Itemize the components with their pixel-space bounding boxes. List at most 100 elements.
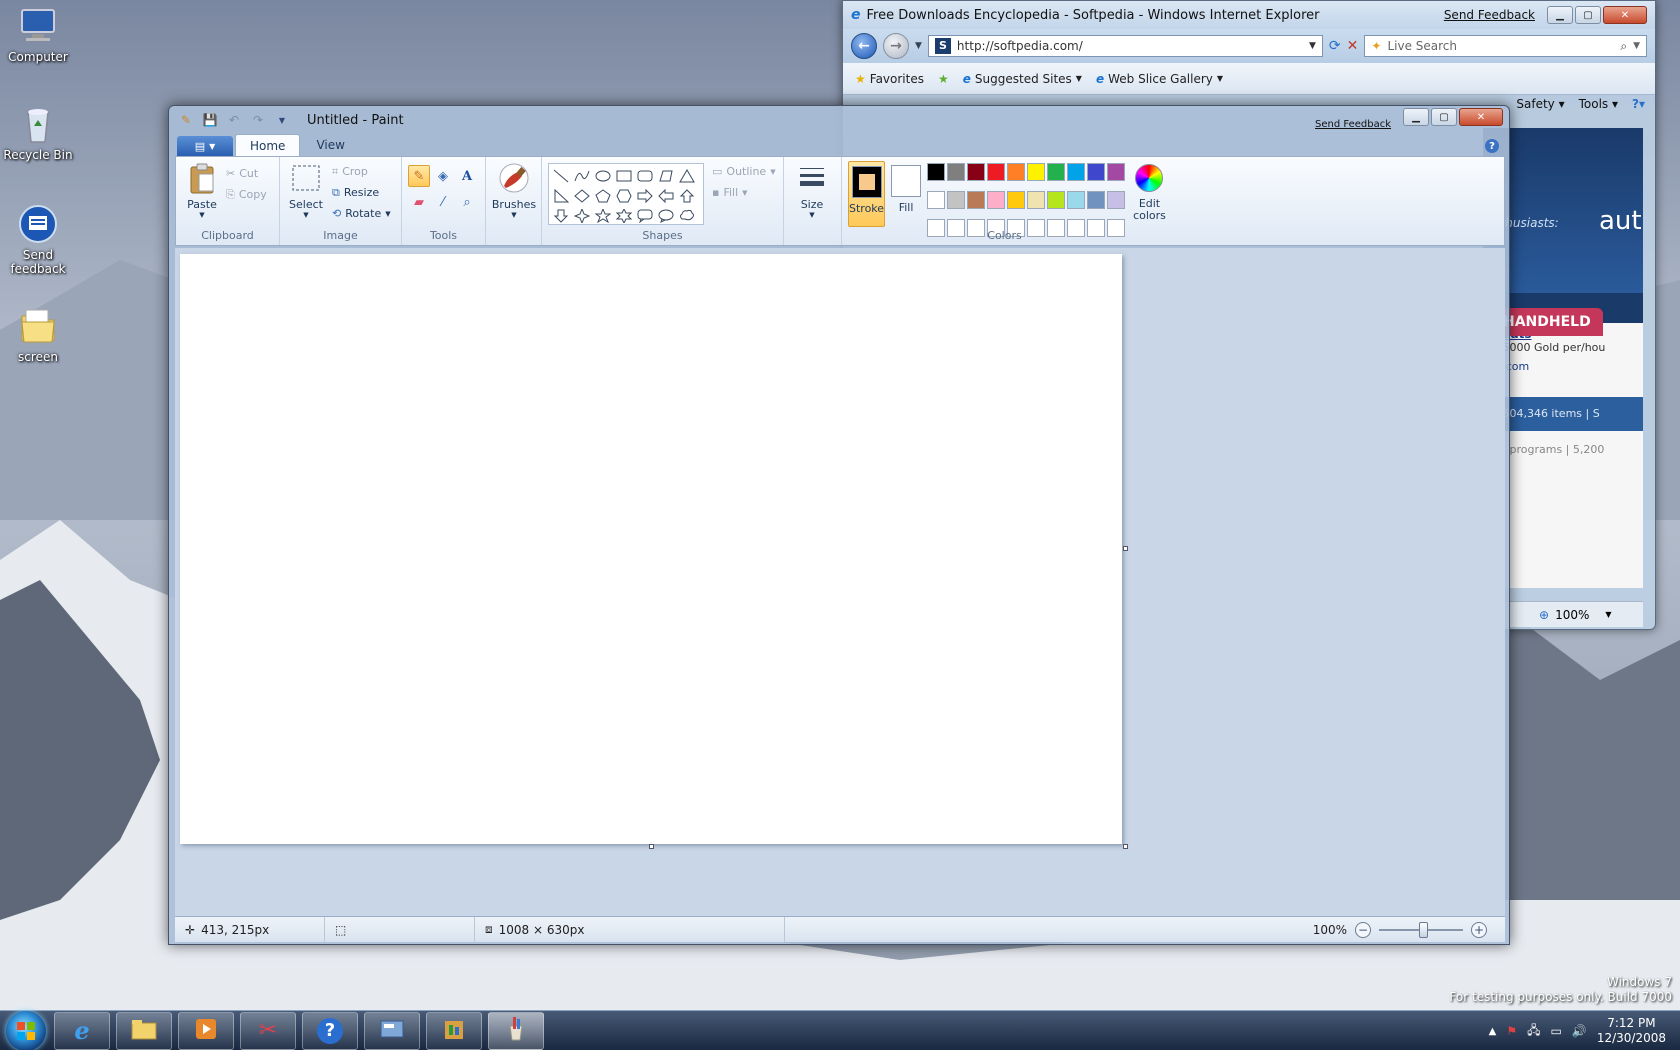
stroke-color-button[interactable]: Stroke [848,161,886,227]
taskbar-media-player[interactable] [178,1011,234,1050]
minimize-button[interactable]: ▁ [1403,108,1429,126]
maximize-button[interactable]: ▢ [1431,108,1457,126]
palette-color-swatch[interactable] [967,191,986,209]
four-point-star-shape-icon[interactable] [572,206,592,225]
taskbar-help[interactable]: ? [302,1011,358,1050]
fill-dropdown[interactable]: ▪ Fill ▼ [712,182,776,203]
right-triangle-shape-icon[interactable] [551,186,571,205]
drawing-canvas[interactable] [180,254,1122,844]
suggested-sites-button[interactable]: e Suggested Sites ▼ [963,72,1082,86]
desktop-icon-recycle-bin[interactable]: Recycle Bin [0,104,76,162]
rounded-rectangle-shape-icon[interactable] [635,166,655,185]
ie-zoom-level[interactable]: 100% [1555,608,1589,622]
network-icon[interactable]: 🖧 [1527,1021,1540,1042]
pencil-tool-icon[interactable]: ✎ [408,165,430,187]
tab-home[interactable]: Home [235,134,301,156]
canvas-resize-handle-right[interactable] [1123,546,1128,551]
address-bar[interactable]: S http://softpedia.com/ ▼ [927,35,1323,57]
canvas-resize-handle-corner[interactable] [1123,844,1128,849]
rounded-callout-shape-icon[interactable] [635,206,655,225]
safety-menu[interactable]: Safety ▾ [1516,97,1564,111]
curve-shape-icon[interactable] [572,166,592,185]
forward-button[interactable]: → [883,33,909,59]
save-icon[interactable]: 💾 [201,111,219,129]
search-options-icon[interactable]: ▼ [1633,41,1640,51]
action-center-icon[interactable]: ⚑ [1506,1024,1517,1038]
palette-color-swatch[interactable] [927,191,946,209]
help-icon[interactable]: ? [1485,139,1499,153]
live-search-box[interactable]: ✦ Live Search ⌕ ▼ [1364,35,1647,57]
six-point-star-shape-icon[interactable] [614,206,634,225]
desktop-icon-screen[interactable]: screen [0,306,76,364]
resize-button[interactable]: ⧉ Resize [332,182,391,203]
close-button[interactable]: ✕ [1603,6,1647,24]
redo-icon[interactable]: ↷ [249,111,267,129]
left-arrow-shape-icon[interactable] [656,186,676,205]
oval-callout-shape-icon[interactable] [656,206,676,225]
polygon-shape-icon[interactable] [656,166,676,185]
diamond-shape-icon[interactable] [572,186,592,205]
rectangle-shape-icon[interactable] [614,166,634,185]
paint-send-feedback-link[interactable]: Send Feedback [1315,119,1391,130]
desktop-icon-computer[interactable]: Computer [0,6,76,64]
back-button[interactable]: ← [851,33,877,59]
clock[interactable]: 7:12 PM 12/30/2008 [1597,1016,1666,1046]
five-point-star-shape-icon[interactable] [593,206,613,225]
refresh-icon[interactable]: ⟳ [1329,38,1341,54]
volume-icon[interactable]: 🔊 [1572,1024,1587,1038]
magnifier-icon[interactable]: ⌕ [456,191,478,213]
paint-window[interactable]: ✎ 💾 ↶ ↷ ▼ Untitled - Paint Send Feedback… [168,105,1510,945]
pentagon-shape-icon[interactable] [593,186,613,205]
palette-color-swatch[interactable] [947,191,966,209]
zoom-icon[interactable]: ⊕ [1539,608,1549,622]
palette-color-swatch[interactable] [987,191,1006,209]
canvas-resize-handle-bottom[interactable] [649,844,654,849]
taskbar-office[interactable] [426,1011,482,1050]
copy-button[interactable]: ⎘ Copy [226,184,267,205]
web-slice-gallery-button[interactable]: e Web Slice Gallery ▼ [1096,72,1223,86]
zoom-slider[interactable] [1379,921,1463,938]
address-dropdown-icon[interactable]: ▼ [1309,41,1316,51]
palette-color-swatch[interactable] [967,163,986,181]
palette-color-swatch[interactable] [1047,163,1066,181]
paint-application-menu-button[interactable]: ▤ ▼ [177,136,233,156]
hexagon-shape-icon[interactable] [614,186,634,205]
palette-color-swatch[interactable] [927,163,946,181]
cut-button[interactable]: ✂ Cut [226,163,267,184]
palette-color-swatch[interactable] [1007,191,1026,209]
tools-menu[interactable]: Tools ▾ [1579,97,1618,111]
add-favorite-icon[interactable]: ★ [938,72,949,86]
outline-dropdown[interactable]: ▭ Outline ▼ [712,161,776,182]
minimize-button[interactable]: ▁ [1547,6,1573,24]
triangle-shape-icon[interactable] [677,166,697,185]
palette-color-swatch[interactable] [987,163,1006,181]
size-button[interactable]: Size ▼ [790,161,834,219]
up-arrow-shape-icon[interactable] [677,186,697,205]
zoom-out-button[interactable]: − [1355,921,1371,938]
eraser-icon[interactable]: ▰ [408,191,430,213]
down-arrow-shape-icon[interactable] [551,206,571,225]
palette-color-swatch[interactable] [1087,163,1106,181]
taskbar-windows-explorer[interactable] [116,1011,172,1050]
crop-button[interactable]: ⌗ Crop [332,161,391,182]
palette-color-swatch[interactable] [1107,163,1126,181]
right-arrow-shape-icon[interactable] [635,186,655,205]
palette-color-swatch[interactable] [1027,163,1046,181]
close-button[interactable]: ✕ [1459,108,1503,126]
taskbar-internet-explorer[interactable]: e [54,1011,110,1050]
ie-send-feedback-link[interactable]: Send Feedback [1444,8,1535,22]
ie-titlebar[interactable]: e Free Downloads Encyclopedia - Softpedi… [843,1,1655,29]
zoom-in-button[interactable]: + [1471,921,1487,938]
desktop-icon-send-feedback[interactable]: Send feedback [0,204,76,276]
brushes-button[interactable]: Brushes ▼ [492,161,536,219]
palette-color-swatch[interactable] [1087,191,1106,209]
color-picker-icon[interactable]: ⁄ [432,191,454,213]
palette-color-swatch[interactable] [1007,163,1026,181]
undo-icon[interactable]: ↶ [225,111,243,129]
display-icon[interactable]: ▭ [1551,1024,1562,1038]
paint-titlebar[interactable]: ✎ 💾 ↶ ↷ ▼ Untitled - Paint [169,106,1509,134]
stop-icon[interactable]: ✕ [1347,38,1359,54]
chevron-down-icon[interactable]: ▼ [1605,610,1611,619]
palette-color-swatch[interactable] [1067,191,1086,209]
palette-color-swatch[interactable] [1107,191,1126,209]
